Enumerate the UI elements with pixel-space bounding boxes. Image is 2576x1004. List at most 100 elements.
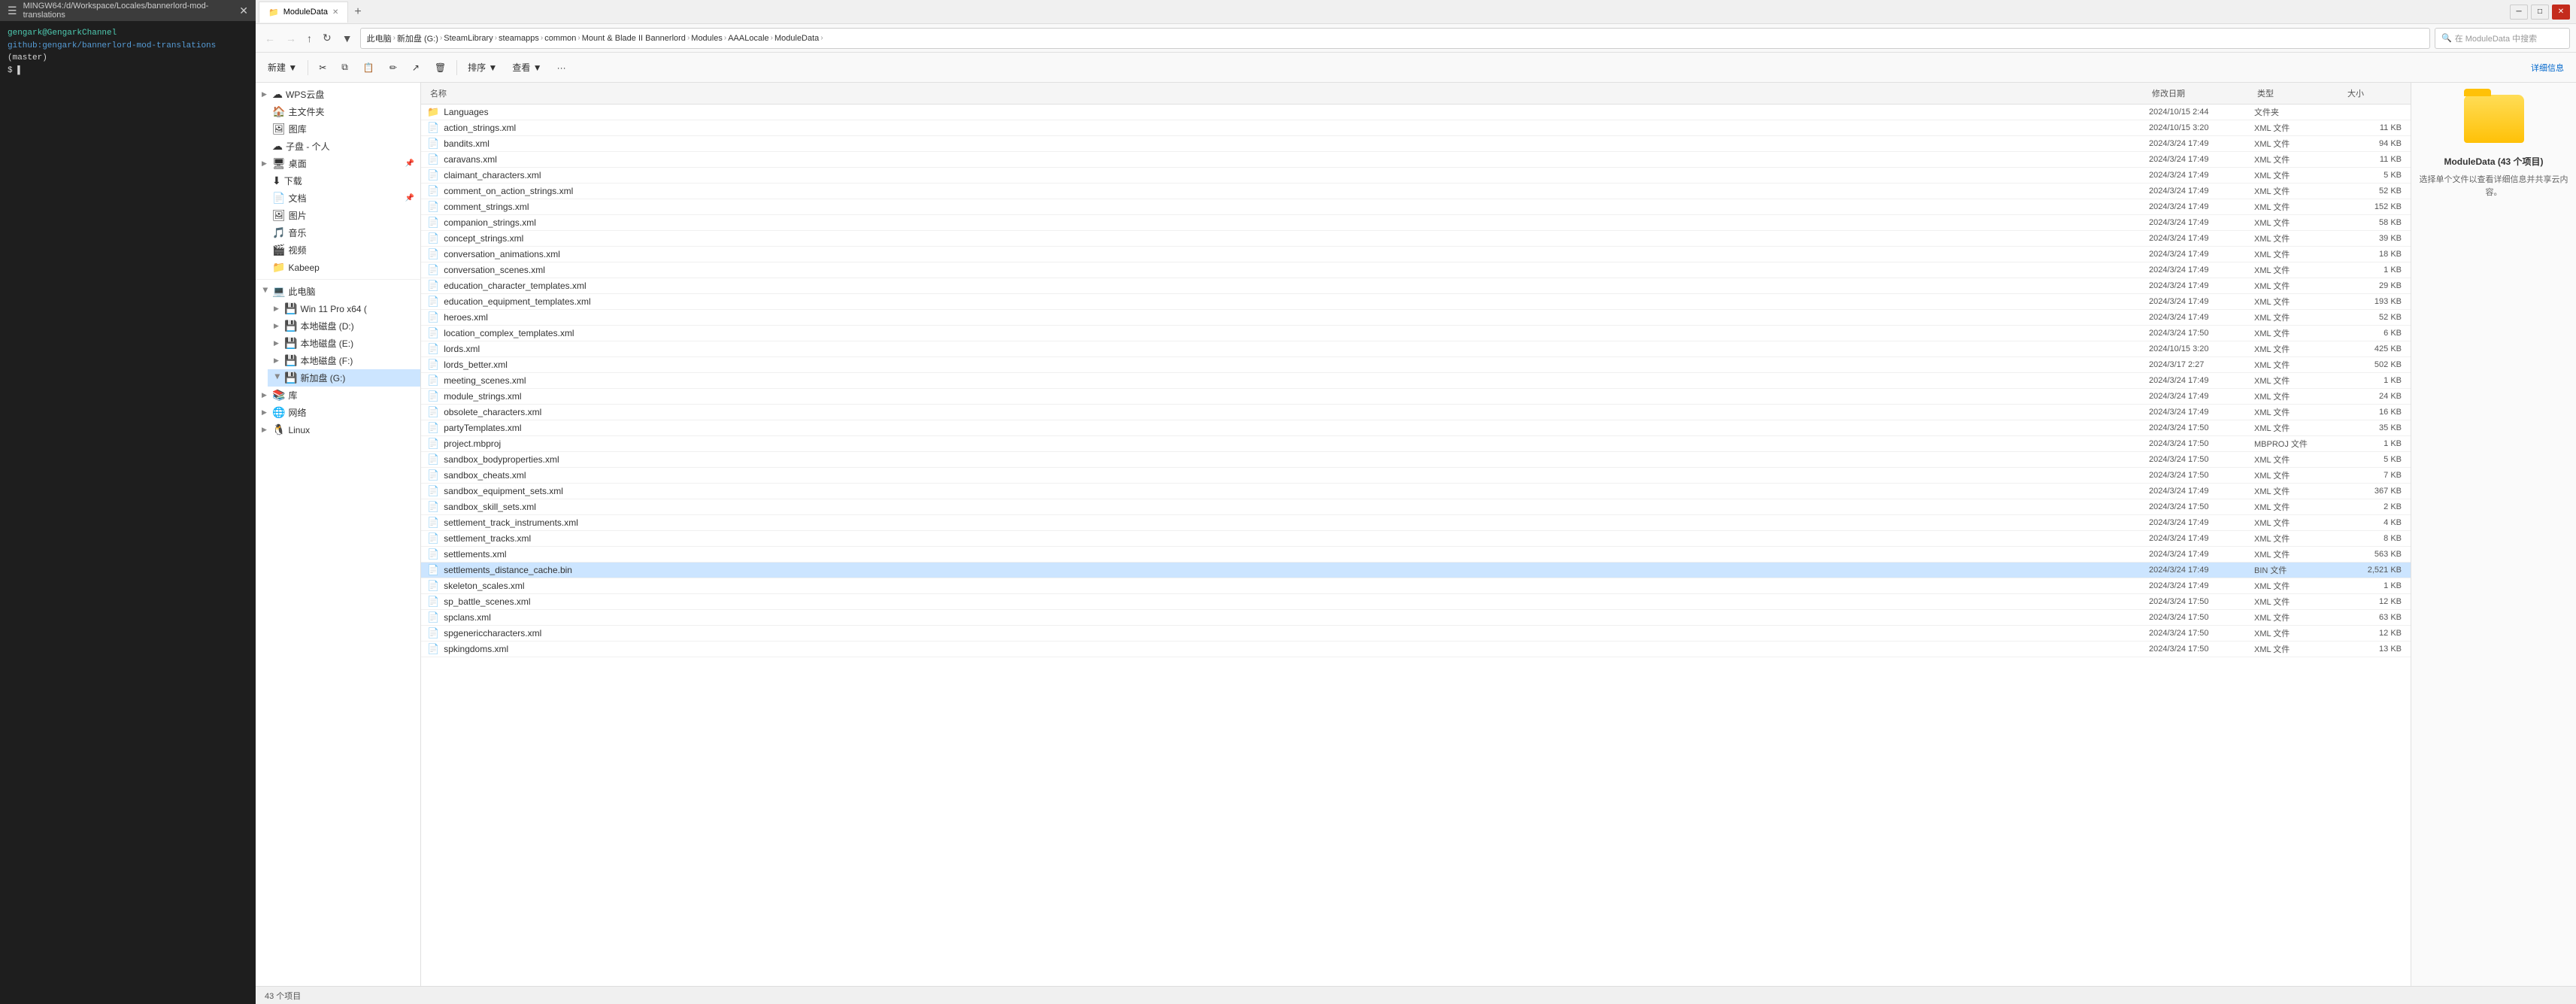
sidebar-item-drive-g[interactable]: ▶ 💾 新加盘 (G:) bbox=[268, 369, 420, 387]
table-row[interactable]: 📄 project.mbproj 2024/3/24 17:50 MBPROJ … bbox=[421, 436, 2411, 452]
search-box[interactable]: 🔍 在 ModuleData 中搜索 bbox=[2435, 28, 2570, 49]
table-row[interactable]: 📄 sandbox_equipment_sets.xml 2024/3/24 1… bbox=[421, 484, 2411, 499]
table-row[interactable]: 📄 sp_battle_scenes.xml 2024/3/24 17:50 X… bbox=[421, 594, 2411, 610]
table-row[interactable]: 📄 location_complex_templates.xml 2024/3/… bbox=[421, 326, 2411, 341]
sidebar-item-pictures[interactable]: ▶ 🖼 图片 bbox=[256, 207, 420, 224]
table-row[interactable]: 📄 settlement_track_instruments.xml 2024/… bbox=[421, 515, 2411, 531]
breadcrumb-item-7[interactable]: AAALocale bbox=[728, 34, 768, 43]
sidebar-item-library[interactable]: ▶ 📚 库 bbox=[256, 387, 420, 404]
table-row[interactable]: 📄 caravans.xml 2024/3/24 17:49 XML 文件 11… bbox=[421, 152, 2411, 168]
breadcrumb-item-0[interactable]: 此电脑 bbox=[367, 32, 392, 44]
paste-button[interactable]: 📋 bbox=[357, 59, 380, 76]
breadcrumb-item-4[interactable]: common bbox=[544, 34, 576, 43]
sidebar-item-wps[interactable]: ▶ ☁ WPS云盘 bbox=[256, 86, 420, 103]
copy-button[interactable]: ⧉ bbox=[335, 59, 354, 76]
sidebar-item-gallery[interactable]: ▶ 🖼 图库 bbox=[256, 120, 420, 138]
new-button[interactable]: 新建 ▼ bbox=[262, 58, 303, 77]
breadcrumb-item-6[interactable]: Modules bbox=[691, 34, 723, 43]
table-row[interactable]: 📄 module_strings.xml 2024/3/24 17:49 XML… bbox=[421, 389, 2411, 405]
file-type: XML 文件 bbox=[2254, 264, 2344, 276]
explorer-tab[interactable]: 📁 ModuleData ✕ bbox=[259, 2, 348, 23]
hamburger-icon[interactable]: ☰ bbox=[8, 5, 17, 17]
table-row[interactable]: 📄 bandits.xml 2024/3/24 17:49 XML 文件 94 … bbox=[421, 136, 2411, 152]
refresh-button[interactable]: ↻ bbox=[320, 30, 335, 46]
detail-view-button[interactable]: 详细信息 bbox=[2525, 59, 2570, 77]
table-row[interactable]: 📄 heroes.xml 2024/3/24 17:49 XML 文件 52 K… bbox=[421, 310, 2411, 326]
table-row[interactable]: 📄 sandbox_cheats.xml 2024/3/24 17:50 XML… bbox=[421, 468, 2411, 484]
maximize-button[interactable]: □ bbox=[2531, 5, 2549, 20]
sort-button[interactable]: 排序 ▼ bbox=[462, 58, 503, 77]
table-row[interactable]: 📄 obsolete_characters.xml 2024/3/24 17:4… bbox=[421, 405, 2411, 420]
table-row[interactable]: 📄 lords_better.xml 2024/3/17 2:27 XML 文件… bbox=[421, 357, 2411, 373]
sidebar-item-win11[interactable]: ▶ 💾 Win 11 Pro x64 ( bbox=[268, 300, 420, 317]
sidebar-item-kabeep[interactable]: ▶ 📁 Kabeep bbox=[256, 259, 420, 276]
sidebar-item-documents[interactable]: ▶ 📄 文档 📌 bbox=[256, 190, 420, 207]
table-row[interactable]: 📄 partyTemplates.xml 2024/3/24 17:50 XML… bbox=[421, 420, 2411, 436]
table-row[interactable]: 📄 action_strings.xml 2024/10/15 3:20 XML… bbox=[421, 120, 2411, 136]
share-button[interactable]: ↗ bbox=[406, 59, 426, 76]
sidebar-item-network[interactable]: ▶ 🌐 网络 bbox=[256, 404, 420, 421]
breadcrumb-item-1[interactable]: 新加盘 (G:) bbox=[397, 32, 438, 44]
file-name-cell: 📄 sandbox_cheats.xml bbox=[427, 469, 2149, 481]
table-row[interactable]: 📄 settlement_tracks.xml 2024/3/24 17:49 … bbox=[421, 531, 2411, 547]
up-button[interactable]: ↑ bbox=[304, 31, 315, 46]
sidebar-item-cloud-personal[interactable]: ▶ ☁ 子盘 - 个人 bbox=[256, 138, 420, 155]
table-row[interactable]: 📄 spgenericcharacters.xml 2024/3/24 17:5… bbox=[421, 626, 2411, 642]
sidebar-item-home[interactable]: ▶ 🏠 主文件夹 bbox=[256, 103, 420, 120]
view-button[interactable]: 查看 ▼ bbox=[506, 58, 547, 77]
file-name-cell: 📄 conversation_scenes.xml bbox=[427, 264, 2149, 276]
rename-button[interactable]: ✏ bbox=[383, 59, 403, 76]
file-icon: 📄 bbox=[427, 122, 439, 134]
table-row[interactable]: 📄 meeting_scenes.xml 2024/3/24 17:49 XML… bbox=[421, 373, 2411, 389]
breadcrumb-item-8[interactable]: ModuleData bbox=[774, 34, 819, 43]
column-header-type[interactable]: 类型 bbox=[2254, 86, 2344, 101]
table-row[interactable]: 📄 lords.xml 2024/10/15 3:20 XML 文件 425 K… bbox=[421, 341, 2411, 357]
table-row[interactable]: 📁 Languages 2024/10/15 2:44 文件夹 bbox=[421, 105, 2411, 120]
sidebar-item-drive-e[interactable]: ▶ 💾 本地磁盘 (E:) bbox=[268, 335, 420, 352]
path-dropdown-button[interactable]: ▼ bbox=[339, 31, 356, 46]
table-row[interactable]: 📄 comment_strings.xml 2024/3/24 17:49 XM… bbox=[421, 199, 2411, 215]
sidebar-item-video[interactable]: ▶ 🎬 视频 bbox=[256, 241, 420, 259]
sidebar-item-drive-d[interactable]: ▶ 💾 本地磁盘 (D:) bbox=[268, 317, 420, 335]
table-row[interactable]: 📄 concept_strings.xml 2024/3/24 17:49 XM… bbox=[421, 231, 2411, 247]
breadcrumb-item-5[interactable]: Mount & Blade II Bannerlord bbox=[582, 34, 686, 43]
table-row[interactable]: 📄 sandbox_bodyproperties.xml 2024/3/24 1… bbox=[421, 452, 2411, 468]
sidebar-item-desktop[interactable]: ▶ 🖥 桌面 📌 bbox=[256, 155, 420, 172]
close-button[interactable]: ✕ bbox=[2552, 5, 2570, 20]
table-row[interactable]: 📄 companion_strings.xml 2024/3/24 17:49 … bbox=[421, 215, 2411, 231]
table-row[interactable]: 📄 conversation_animations.xml 2024/3/24 … bbox=[421, 247, 2411, 262]
table-row[interactable]: 📄 claimant_characters.xml 2024/3/24 17:4… bbox=[421, 168, 2411, 184]
new-tab-button[interactable]: + bbox=[348, 2, 367, 22]
sidebar-item-linux[interactable]: ▶ 🐧 Linux bbox=[256, 421, 420, 438]
back-button[interactable]: ← bbox=[262, 31, 278, 46]
sidebar-item-thispc[interactable]: ▶ 💻 此电脑 bbox=[256, 283, 420, 300]
column-header-size[interactable]: 大小 bbox=[2344, 86, 2405, 101]
table-row[interactable]: 📄 education_equipment_templates.xml 2024… bbox=[421, 294, 2411, 310]
table-row[interactable]: 📄 conversation_scenes.xml 2024/3/24 17:4… bbox=[421, 262, 2411, 278]
delete-button[interactable]: 🗑 bbox=[429, 59, 452, 76]
cut-button[interactable]: ✂ bbox=[313, 59, 332, 76]
sidebar-item-drive-f[interactable]: ▶ 💾 本地磁盘 (F:) bbox=[268, 352, 420, 369]
forward-button[interactable]: → bbox=[283, 31, 299, 46]
table-row[interactable]: 📄 skeleton_scales.xml 2024/3/24 17:49 XM… bbox=[421, 578, 2411, 594]
table-row[interactable]: 📄 settlements_distance_cache.bin 2024/3/… bbox=[421, 563, 2411, 578]
breadcrumb-item-3[interactable]: steamapps bbox=[499, 34, 539, 43]
file-name: comment_on_action_strings.xml bbox=[444, 186, 573, 196]
column-header-name[interactable]: 名称 bbox=[427, 86, 2149, 101]
table-row[interactable]: 📄 spkingdoms.xml 2024/3/24 17:50 XML 文件 … bbox=[421, 642, 2411, 657]
table-row[interactable]: 📄 sandbox_skill_sets.xml 2024/3/24 17:50… bbox=[421, 499, 2411, 515]
table-row[interactable]: 📄 comment_on_action_strings.xml 2024/3/2… bbox=[421, 184, 2411, 199]
tab-close-button[interactable]: ✕ bbox=[332, 8, 338, 17]
sidebar-item-music[interactable]: ▶ 🎵 音乐 bbox=[256, 224, 420, 241]
minimize-button[interactable]: ─ bbox=[2510, 5, 2528, 20]
sidebar-item-downloads[interactable]: ▶ ⬇ 下载 bbox=[256, 172, 420, 190]
table-row[interactable]: 📄 spclans.xml 2024/3/24 17:50 XML 文件 63 … bbox=[421, 610, 2411, 626]
breadcrumb-item-2[interactable]: SteamLibrary bbox=[444, 34, 492, 43]
more-button[interactable]: ··· bbox=[551, 59, 572, 76]
column-header-modified[interactable]: 修改日期 bbox=[2149, 86, 2254, 101]
table-row[interactable]: 📄 settlements.xml 2024/3/24 17:49 XML 文件… bbox=[421, 547, 2411, 563]
explorer-panel: 📁 ModuleData ✕ + ─ □ ✕ ← → ↑ ↻ ▼ 此电脑 › 新… bbox=[256, 0, 2576, 1004]
terminal-close-button[interactable]: ✕ bbox=[239, 5, 248, 17]
table-row[interactable]: 📄 education_character_templates.xml 2024… bbox=[421, 278, 2411, 294]
terminal-body[interactable]: gengark@GengarkChannel github:gengark/ba… bbox=[0, 21, 256, 1004]
